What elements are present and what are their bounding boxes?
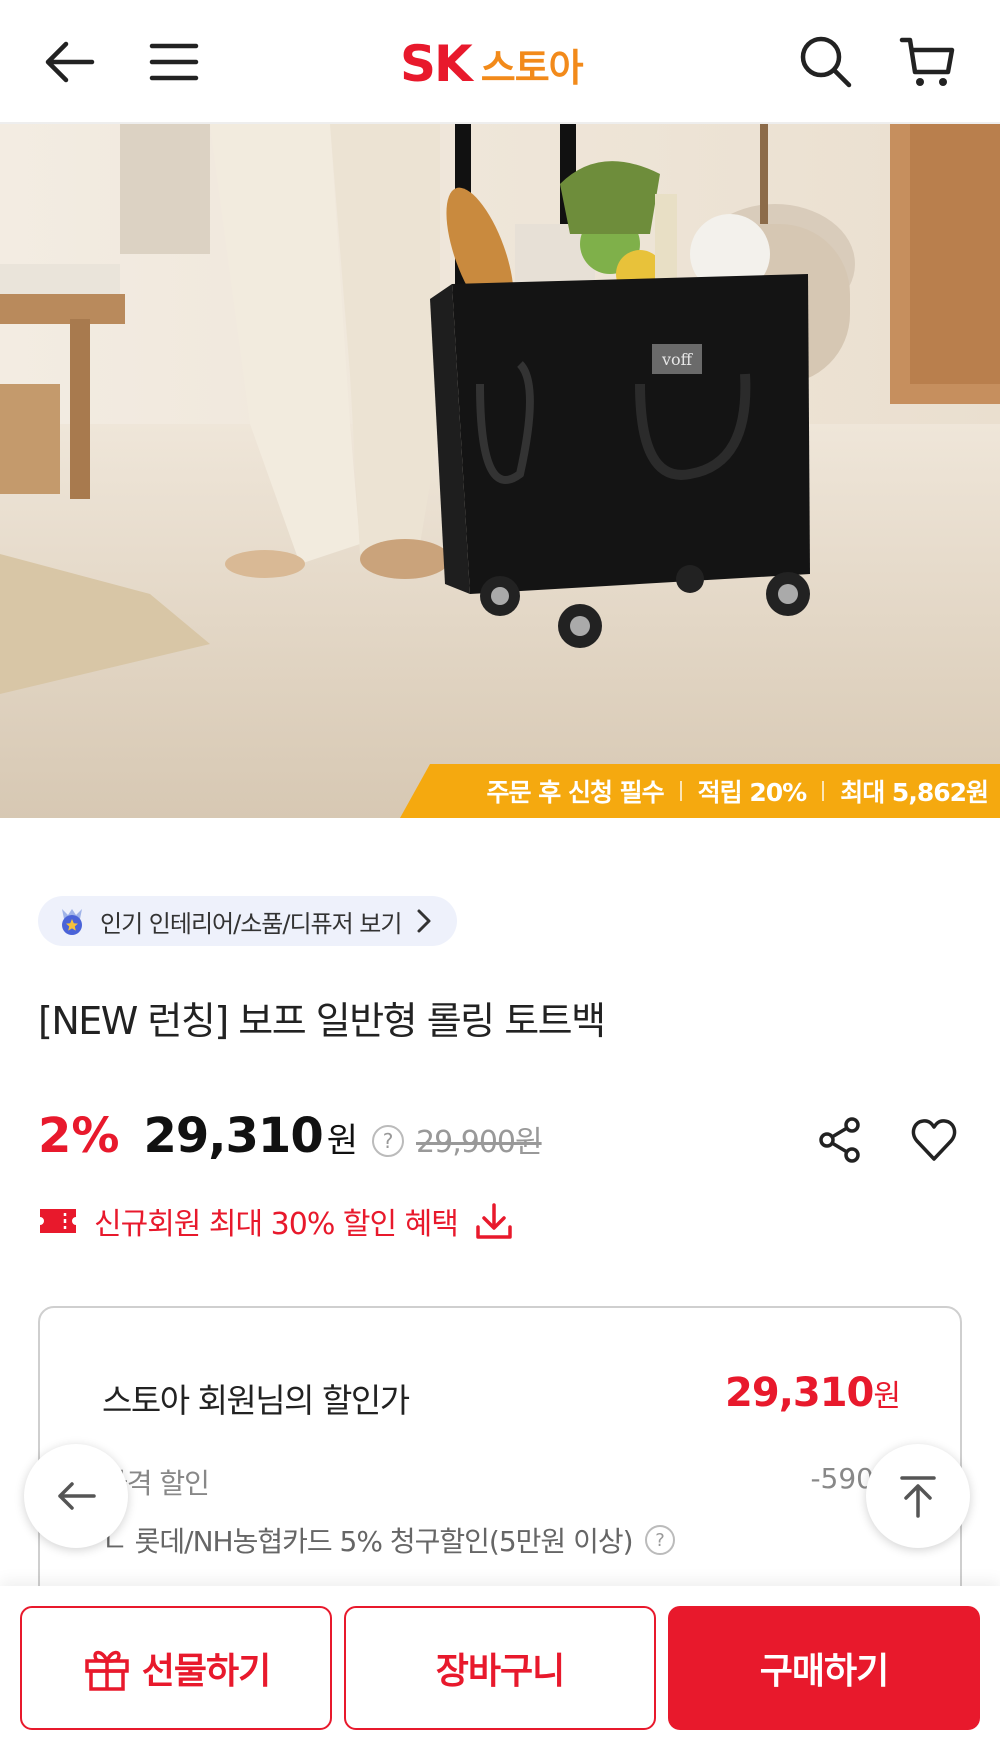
search-icon [800, 36, 852, 88]
back-arrow-icon [45, 41, 95, 83]
promo-item-1: 주문 후 신청 필수 [486, 778, 665, 807]
original-price: 29,900원 [416, 1125, 543, 1160]
discount-rate: 2% [38, 1108, 120, 1164]
card-discount-label: ㄴ 롯데/NH농협카드 5% 청구할인(5만원 이상) [102, 1525, 634, 1558]
category-chip-label: 인기 인테리어/소품/디퓨저 보기 [100, 909, 402, 938]
gift-button[interactable]: 선물하기 [20, 1606, 332, 1730]
arrow-up-icon [900, 1476, 936, 1518]
bottom-action-bar: 선물하기 장바구니 구매하기 [0, 1586, 1000, 1763]
promo-divider [822, 781, 825, 801]
prev-floating-button[interactable] [24, 1444, 128, 1548]
product-hero-image[interactable]: voff 주문 후 신청 필수 적립 20% 최대 5,862원 [0, 124, 1000, 818]
price-help-icon[interactable]: ? [372, 1125, 405, 1157]
menu-icon [149, 43, 199, 81]
chevron-right-icon [417, 909, 431, 933]
product-photo: voff [0, 124, 1000, 818]
price-row: 2% 29,310 원 ? 29,900원 [38, 1108, 543, 1172]
member-discount-price: 29,310원 [725, 1370, 901, 1416]
add-to-cart-button[interactable]: 장바구니 [344, 1606, 656, 1730]
scroll-top-button[interactable] [866, 1444, 970, 1548]
share-icon [819, 1117, 860, 1163]
share-button[interactable] [812, 1112, 868, 1168]
product-title: [NEW 런칭] 보프 일반형 롤링 토트백 [38, 999, 606, 1043]
badge-icon [62, 909, 82, 935]
promo-strip: 주문 후 신청 필수 적립 20% 최대 5,862원 [486, 764, 989, 818]
cart-icon [899, 37, 955, 86]
wishlist-button[interactable] [906, 1112, 962, 1168]
download-icon [476, 1203, 512, 1239]
cart-button[interactable] [896, 30, 960, 94]
sale-price: 29,310 [143, 1108, 324, 1164]
search-button[interactable] [794, 30, 858, 94]
cart-button-label: 장바구니 [435, 1651, 565, 1692]
gift-button-label: 선물하기 [141, 1651, 271, 1692]
price-discount-value: -590 [810, 1462, 874, 1495]
logo-sk-text: SK [400, 35, 473, 93]
back-button[interactable] [38, 30, 102, 94]
buy-now-button[interactable]: 구매하기 [668, 1606, 980, 1730]
promo-divider [679, 781, 682, 801]
buy-button-label: 구매하기 [759, 1651, 889, 1692]
heart-icon [911, 1119, 957, 1161]
arrow-left-icon [58, 1482, 96, 1510]
promo-item-3: 최대 5,862원 [840, 778, 989, 807]
coupon-icon [40, 1209, 76, 1233]
top-header: SK 스토아 [0, 0, 1000, 124]
member-price-value: 29,310 [725, 1370, 874, 1416]
menu-button[interactable] [142, 30, 206, 94]
currency-label: 원 [326, 1121, 359, 1161]
member-price-currency: 원 [873, 1379, 901, 1414]
card-discount-help-icon[interactable]: ? [644, 1525, 675, 1555]
gift-icon [85, 1650, 129, 1691]
member-discount-title: 스토아 회원님의 할인가 [102, 1381, 410, 1420]
logo-store-text: 스토아 [480, 45, 584, 90]
bag-brand-tag: voff [661, 350, 694, 369]
category-chip[interactable]: 인기 인테리어/소품/디퓨저 보기 [38, 896, 458, 946]
new-member-coupon[interactable]: 신규회원 최대 30% 할인 혜택 [38, 1196, 514, 1246]
coupon-label: 신규회원 최대 30% 할인 혜택 [94, 1207, 459, 1242]
promo-item-2: 적립 20% [697, 778, 808, 807]
sk-store-logo[interactable]: SK 스토아 [400, 35, 584, 93]
card-discount-row: ㄴ 롯데/NH농협카드 5% 청구할인(5만원 이상) ? [102, 1520, 675, 1560]
